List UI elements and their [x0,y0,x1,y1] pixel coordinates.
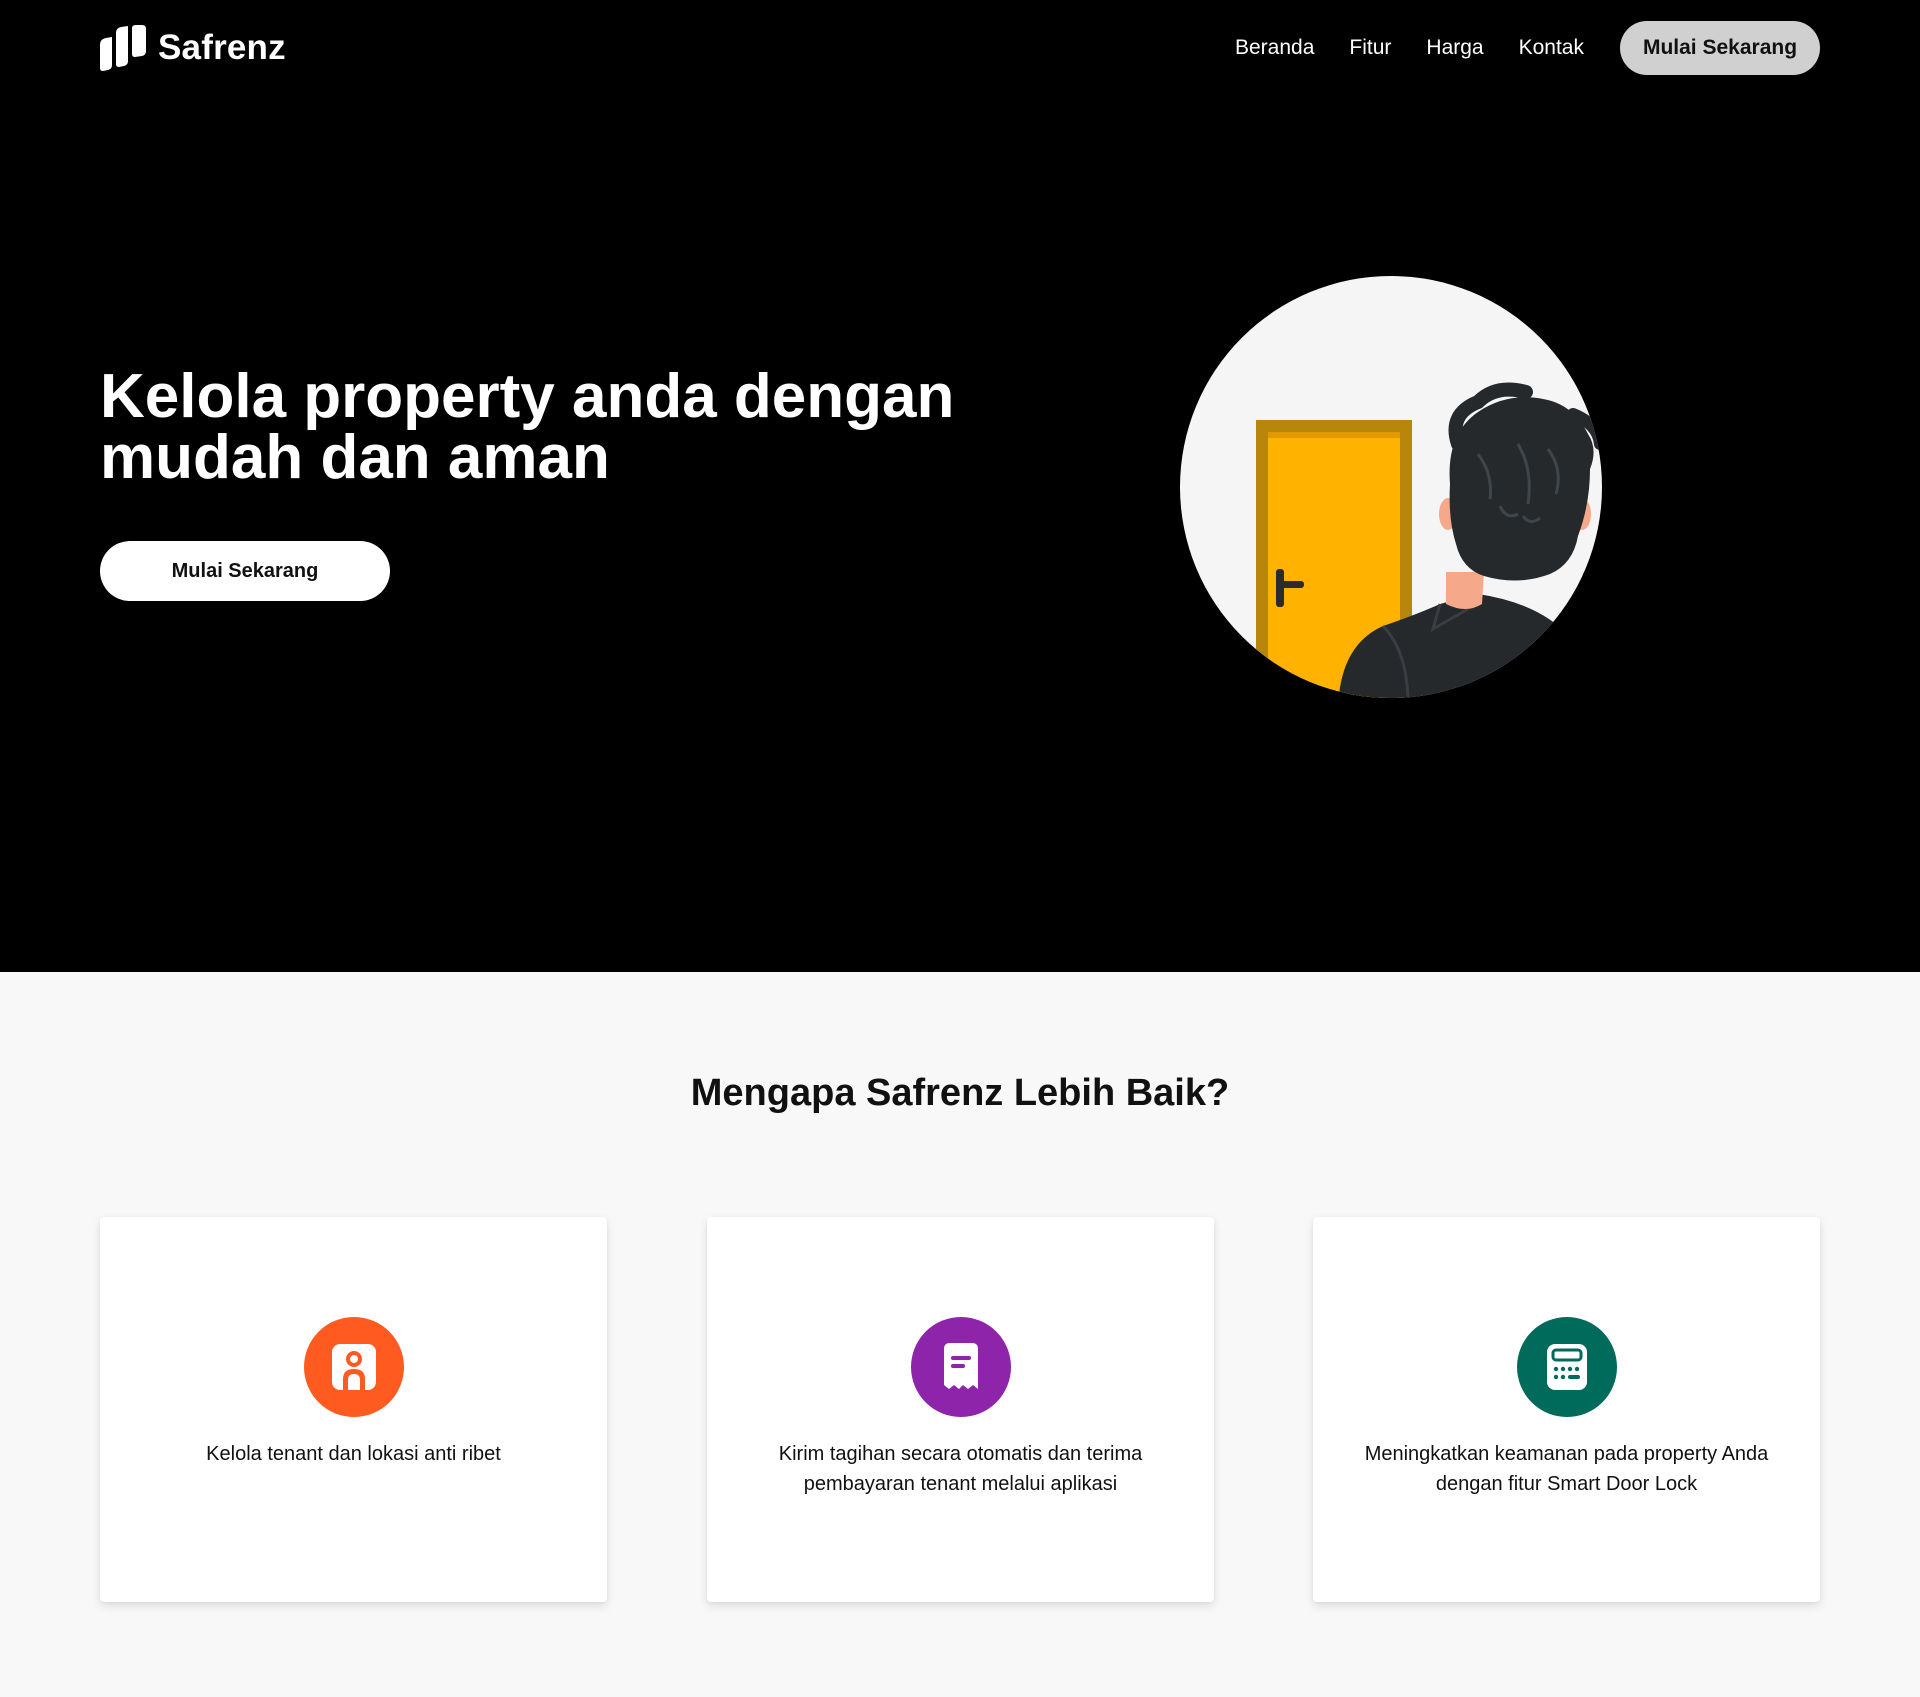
features-section: Mengapa Safrenz Lebih Baik? Kelola tenan… [0,972,1920,1697]
navbar: Safrenz Beranda Fitur Harga Kontak Mulai… [0,0,1920,96]
feature-card-billing: Kirim tagihan secara otomatis dan terima… [707,1217,1214,1602]
feature-text-billing: Kirim tagihan secara otomatis dan terima… [778,1443,1143,1495]
keypad-lock-icon [1516,1317,1617,1417]
nav-get-started-button[interactable]: Mulai Sekarang [1620,21,1820,75]
person-at-door-illustration [1180,276,1602,698]
hero-section: Safrenz Beranda Fitur Harga Kontak Mulai… [0,0,1920,972]
hero-get-started-button[interactable]: Mulai Sekarang [100,541,390,601]
nav-link-fitur[interactable]: Fitur [1349,36,1391,60]
nav-link-harga[interactable]: Harga [1426,36,1483,60]
brand-name: Safrenz [158,28,286,67]
feature-text-tenant: Kelola tenant dan lokasi anti ribet [206,1443,501,1465]
hero-title: Kelola property anda dengan mudah dan am… [100,362,955,492]
tenant-id-icon [303,1317,404,1417]
feature-text-smart-lock: Meningkatkan keamanan pada property Anda… [1364,1443,1769,1495]
main-nav: Beranda Fitur Harga Kontak Mulai Sekaran… [1235,21,1820,75]
nav-link-kontak[interactable]: Kontak [1519,36,1584,60]
nav-link-beranda[interactable]: Beranda [1235,36,1314,60]
feature-card-tenant: Kelola tenant dan lokasi anti ribet [100,1217,607,1602]
safrenz-logo-icon [100,25,146,71]
brand[interactable]: Safrenz [100,25,286,71]
features-title: Mengapa Safrenz Lebih Baik? [690,1072,1230,1114]
receipt-icon [910,1317,1011,1417]
feature-card-smart-lock: Meningkatkan keamanan pada property Anda… [1313,1217,1820,1602]
